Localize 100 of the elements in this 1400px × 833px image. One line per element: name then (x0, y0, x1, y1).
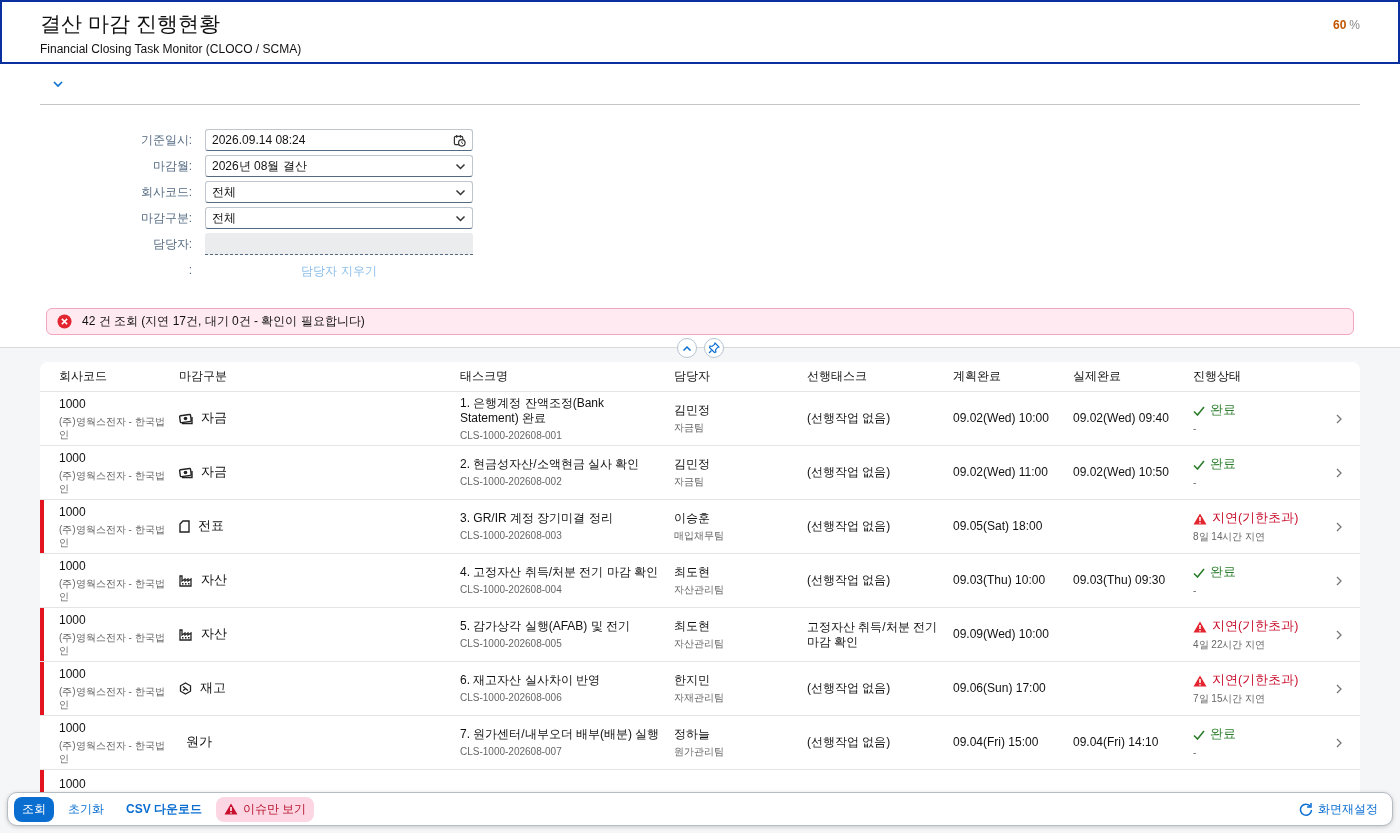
page-subtitle: Financial Closing Task Monitor (CLOCO / SCMA) (40, 42, 302, 56)
team-name: 매입채무팀 (674, 529, 725, 542)
column-header: 마감구분 (179, 368, 228, 385)
datetime-field[interactable]: 2026.09.14 08:24 (205, 129, 473, 151)
category-label: 원가 (186, 734, 212, 751)
toolbar-button[interactable]: 조회 (14, 796, 54, 822)
check-icon (1193, 567, 1205, 578)
team-name: 자산관리팀 (674, 637, 725, 650)
row-chevron-icon[interactable] (1336, 467, 1342, 478)
progress-unit: % (1349, 18, 1360, 32)
reset-view-button[interactable]: 화면재설정 (1295, 796, 1382, 822)
status-detail: 8일 14시간 지연 (1193, 530, 1267, 543)
assignee-name: 한지민 (674, 673, 711, 688)
calendar-clock-icon (453, 133, 466, 147)
row-chevron-icon[interactable] (1336, 413, 1342, 424)
select-field[interactable]: 전체 (205, 181, 473, 203)
category-label: 자산 (201, 572, 227, 589)
planned-date: 09.09(Wed) 10:00 (953, 627, 1050, 642)
factory-icon (179, 574, 193, 587)
status-label: 완료 (1210, 402, 1236, 419)
pin-header-button[interactable] (703, 338, 724, 358)
team-name: 자재관리팀 (674, 691, 725, 704)
row-chevron-icon[interactable] (1336, 575, 1342, 586)
refresh-icon (1299, 802, 1313, 816)
task-name: 3. GR/IR 계정 장기미결 정리 (460, 511, 614, 526)
select-field[interactable]: 2026년 08월 결산 (205, 155, 473, 177)
status-detail: - (1193, 746, 1198, 759)
planned-date: 09.03(Thu) 10:00 (953, 573, 1047, 588)
category-label: 전표 (198, 518, 224, 535)
assignee-name: 최도현 (674, 565, 711, 580)
dropdown-chevron-icon (455, 214, 466, 222)
task-id: CLS-1000-202608-001 (460, 428, 563, 442)
planned-date: 09.02(Wed) 11:00 (953, 465, 1049, 480)
toolbar-button[interactable]: 이슈만 보기 (216, 796, 315, 822)
collapse-chevron-icon[interactable] (52, 80, 64, 88)
column-header: 회사코드 (59, 368, 108, 385)
planned-date: 09.06(Sun) 17:00 (953, 681, 1047, 696)
predecessor-task: (선행작업 없음) (807, 573, 892, 588)
category-label: 자금 (201, 464, 227, 481)
pin-icon (707, 342, 720, 354)
task-id: CLS-1000-202608-006 (460, 691, 563, 704)
company-code: 1000 (59, 450, 87, 466)
check-icon (1193, 729, 1205, 740)
task-name: 1. 은행계정 잔액조정(Bank Statement) 완료 (460, 395, 606, 426)
field-label: 마감월: (151, 157, 192, 175)
check-icon (1193, 459, 1205, 470)
team-name: 자금팀 (674, 421, 705, 434)
row-chevron-icon[interactable] (1336, 737, 1342, 748)
toolbar-button[interactable]: CSV 다운로드 (118, 796, 210, 822)
task-id: CLS-1000-202608-007 (460, 745, 563, 758)
progress-value: 60 (1332, 18, 1347, 32)
page-title: 결산 마감 진행현황 (40, 11, 221, 37)
predecessor-task: (선행작업 없음) (807, 735, 892, 750)
company-name: (주)영웍스전자 - 한국법인 (59, 414, 166, 441)
task-id: CLS-1000-202608-002 (460, 475, 563, 488)
assignee-name: 최도현 (674, 619, 711, 634)
category-label: 자산 (201, 626, 227, 643)
company-code: 1000 (59, 504, 87, 520)
company-code: 1000 (59, 396, 87, 412)
actual-date: 09.04(Fri) 14:10 (1073, 735, 1160, 750)
document-icon (179, 520, 190, 533)
row-chevron-icon[interactable] (1336, 683, 1342, 694)
company-name: (주)영웍스전자 - 한국법인 (59, 738, 166, 765)
assignee-name: 이승훈 (674, 511, 711, 526)
field-label: : (187, 263, 192, 277)
predecessor-task: (선행작업 없음) (807, 681, 892, 696)
toolbar-button[interactable]: 초기화 (60, 796, 112, 822)
box-icon (179, 682, 192, 695)
warning-icon (1193, 674, 1207, 687)
company-code: 1000 (59, 558, 87, 574)
team-name: 자산관리팀 (674, 583, 725, 596)
task-name: 7. 원가센터/내부오더 배부(배분) 실행 (460, 727, 661, 742)
money-icon (179, 466, 193, 479)
column-header: 선행태스크 (807, 368, 868, 385)
company-code: 1000 (59, 612, 87, 628)
column-header: 계획완료 (953, 368, 1002, 385)
field-label: 회사코드: (139, 183, 192, 201)
row-chevron-icon[interactable] (1336, 521, 1342, 532)
status-detail: 4일 22시간 지연 (1193, 638, 1267, 651)
status-label: 완료 (1210, 456, 1236, 473)
select-field[interactable]: 전체 (205, 207, 473, 229)
predecessor-task: 고정자산 취득/처분 전기 마감 확인 (807, 619, 938, 650)
status-detail: - (1193, 476, 1198, 489)
actual-date: 09.02(Wed) 09:40 (1073, 411, 1170, 426)
task-name: 4. 고정자산 취득/처분 전기 마감 확인 (460, 565, 659, 580)
company-name: (주)영웍스전자 - 한국법인 (59, 630, 166, 657)
assignee-name: 정하늘 (674, 727, 711, 742)
status-label: 지연(기한초과) (1212, 672, 1299, 689)
task-id: CLS-1000-202608-005 (460, 637, 563, 650)
collapse-header-button[interactable] (676, 338, 697, 358)
factory-icon (179, 628, 193, 641)
row-chevron-icon[interactable] (1336, 629, 1342, 640)
field-label: 기준일시: (139, 131, 192, 149)
company-name: (주)영웍스전자 - 한국법인 (59, 684, 166, 711)
warning-icon (1193, 512, 1207, 525)
check-icon (1193, 405, 1205, 416)
dropdown-chevron-icon (455, 162, 466, 170)
team-name: 원가관리팀 (674, 745, 725, 758)
status-label: 완료 (1210, 726, 1236, 743)
task-name: 2. 현금성자산/소액현금 실사 확인 (460, 457, 641, 472)
